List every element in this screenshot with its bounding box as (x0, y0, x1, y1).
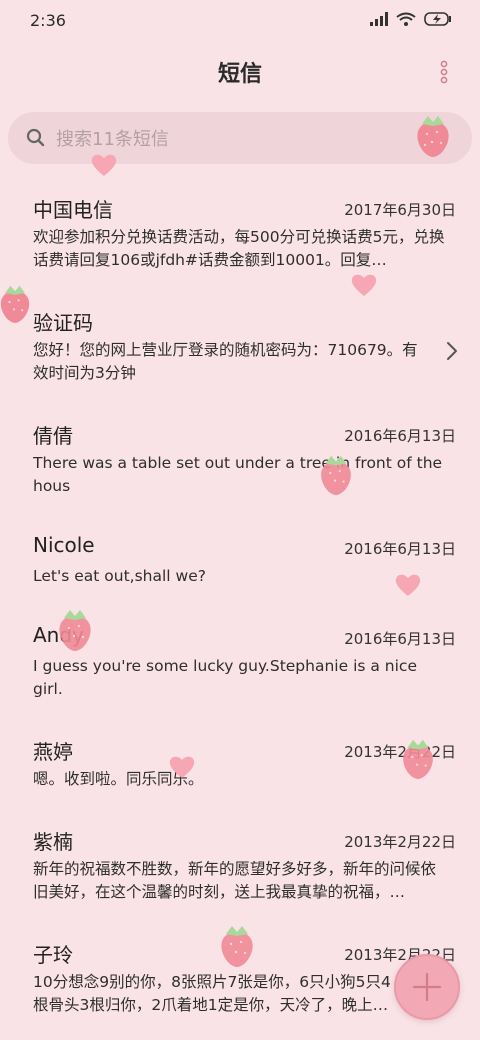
message-item[interactable]: Andy 2016年6月13日 I guess you're some luck… (0, 607, 480, 719)
more-button[interactable] (432, 56, 456, 88)
compose-button[interactable] (394, 954, 460, 1020)
message-sender: 紫楠 (33, 830, 73, 854)
message-sender: 验证码 (33, 311, 93, 335)
message-sender: 倩倩 (33, 424, 73, 448)
message-date: 2017年6月30日 (344, 201, 456, 219)
search-icon (26, 128, 45, 147)
message-preview: There was a table set out under a tree i… (33, 454, 443, 495)
title-bar: 短信 (0, 48, 480, 96)
message-sender: Andy (33, 623, 84, 647)
message-item[interactable]: 倩倩 2016年6月13日 There was a table set out … (0, 404, 480, 516)
status-bar: 2:36 (0, 0, 480, 40)
message-preview: 您好！您的网上营业厅登录的随机密码为：710679。有效时间为3分钟 (33, 341, 418, 382)
message-date: 2016年6月13日 (344, 630, 456, 648)
message-item[interactable]: 验证码 您好！您的网上营业厅登录的随机密码为：710679。有效时间为3分钟 (0, 291, 480, 403)
plus-icon (412, 972, 442, 1002)
message-date: 2016年6月13日 (344, 427, 456, 445)
chevron-right-icon (447, 342, 457, 360)
message-preview: 欢迎参加积分兑换话费活动，每500分可兑换话费5元，兑换话费请回复106或jfd… (33, 228, 445, 269)
message-item[interactable]: 中国电信 2017年6月30日 欢迎参加积分兑换话费活动，每500分可兑换话费5… (0, 178, 480, 290)
page-title: 短信 (217, 62, 262, 87)
message-preview: 嗯。收到啦。同乐同乐。 (33, 770, 204, 788)
message-sender: Nicole (33, 533, 95, 557)
battery-charging-icon (424, 12, 451, 26)
message-item[interactable]: 紫楠 2013年2月22日 新年的祝福数不胜数，新年的愿望好多好多，新年的问候依… (0, 810, 480, 922)
message-date: 2013年2月22日 (344, 743, 456, 761)
message-preview: I guess you're some lucky guy.Stephanie … (33, 657, 417, 698)
message-preview: Let's eat out,shall we? (33, 567, 206, 585)
message-sender: 燕婷 (33, 740, 73, 764)
wifi-icon (396, 12, 416, 26)
signal-icon (370, 12, 388, 26)
message-sender: 中国电信 (33, 198, 113, 222)
search-bar[interactable] (8, 112, 472, 164)
message-date: 2016年6月13日 (344, 540, 456, 558)
search-input[interactable] (54, 125, 398, 153)
message-preview: 新年的祝福数不胜数，新年的愿望好多好多，新年的问候依旧美好，在这个温馨的时刻，送… (33, 860, 437, 901)
more-vertical-icon (440, 60, 448, 84)
message-sender: 子玲 (33, 943, 73, 967)
status-time: 2:36 (30, 11, 66, 30)
message-date: 2013年2月22日 (344, 833, 456, 851)
message-preview: 10分想念9别的你，8张照片7张是你，6只小狗5只4根骨头3根归你，2爪着地1定… (33, 973, 391, 1014)
status-icons (370, 12, 452, 26)
